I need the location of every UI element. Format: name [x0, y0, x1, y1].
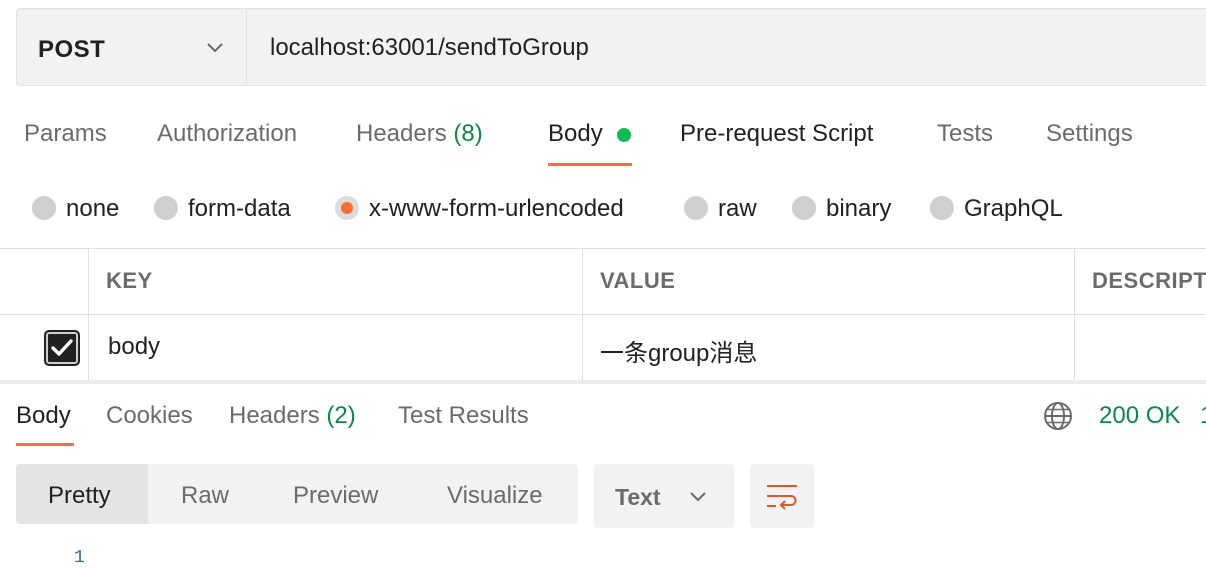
view-mode-pretty[interactable]: Pretty — [16, 464, 148, 524]
response-tab-test-results-label: Test Results — [398, 402, 529, 429]
tab-settings-label: Settings — [1046, 120, 1133, 147]
view-mode-preview[interactable]: Preview — [293, 482, 378, 510]
table-col-divider — [88, 248, 89, 382]
wrap-lines-button[interactable] — [750, 464, 814, 528]
column-header-description: DESCRIPT — [1092, 268, 1206, 293]
tab-body-underline — [548, 163, 632, 166]
response-divider[interactable] — [0, 380, 1206, 384]
tab-authorization-label: Authorization — [157, 120, 298, 147]
globe-icon[interactable] — [1042, 400, 1074, 432]
request-url-bar: POST localhost:63001/sendToGroup — [16, 8, 1206, 86]
response-tab-test-results[interactable]: Test Results — [398, 402, 529, 430]
view-mode-raw[interactable]: Raw — [181, 482, 229, 510]
column-header-key: KEY — [106, 268, 153, 293]
table-border-top — [0, 248, 1206, 249]
row-key-cell[interactable]: body — [108, 333, 160, 361]
tab-headers-label: Headers — [356, 120, 447, 147]
row-value-cell[interactable]: 一条group消息 — [600, 333, 757, 368]
chevron-down-icon — [207, 43, 223, 53]
format-select-label: Text — [615, 484, 661, 510]
row-enabled-checkbox[interactable] — [44, 330, 80, 366]
response-tab-cookies[interactable]: Cookies — [106, 402, 193, 430]
response-tab-cookies-label: Cookies — [106, 402, 193, 429]
tab-body[interactable]: Body — [548, 120, 603, 148]
checkmark-icon — [51, 339, 73, 356]
status-badge[interactable]: 200 OK — [1099, 402, 1180, 430]
response-time-truncated: 1 — [1200, 402, 1206, 430]
table-col-divider — [1074, 248, 1075, 382]
radio-raw-circle — [684, 196, 708, 220]
response-tab-body[interactable]: Body — [16, 402, 71, 430]
format-select[interactable]: Text — [594, 464, 734, 528]
response-tab-body-label: Body — [16, 402, 71, 429]
radio-none-label: none — [66, 195, 120, 222]
tab-headers-count: (8) — [453, 120, 483, 147]
tab-headers[interactable]: Headers (8) — [356, 120, 483, 148]
view-mode-pretty-label: Pretty — [48, 482, 111, 509]
tab-params-label: Params — [24, 120, 107, 147]
radio-none-circle — [32, 196, 56, 220]
response-tab-underline — [16, 443, 74, 446]
tab-tests[interactable]: Tests — [937, 120, 993, 148]
response-line-number: 1 — [74, 548, 85, 568]
params-table: KEY VALUE DESCRIPT body 一条group消息 — [0, 248, 1206, 382]
tab-settings[interactable]: Settings — [1046, 120, 1133, 148]
wrap-lines-icon — [767, 485, 797, 510]
radio-binary-label: binary — [826, 195, 892, 222]
body-modified-dot — [617, 128, 631, 142]
view-mode-toggle: Pretty Raw Preview Visualize — [16, 464, 578, 524]
view-mode-visualize[interactable]: Visualize — [447, 482, 543, 510]
tab-body-label: Body — [548, 120, 603, 147]
radio-graphql-label: GraphQL — [964, 195, 1063, 222]
chevron-down-icon — [690, 492, 706, 502]
method-select[interactable]: POST — [17, 9, 247, 85]
response-tab-headers-label: Headers — [229, 402, 320, 429]
radio-raw-label: raw — [718, 195, 757, 222]
tab-params[interactable]: Params — [24, 120, 107, 148]
tab-tests-label: Tests — [937, 120, 994, 147]
radio-graphql-circle — [930, 196, 954, 220]
method-label: POST — [38, 36, 106, 63]
column-header-value: VALUE — [600, 268, 676, 293]
radio-binary-circle — [792, 196, 816, 220]
radio-selected-circle — [335, 196, 359, 220]
response-tab-headers[interactable]: Headers (2) — [229, 402, 356, 430]
response-headers-count: (2) — [326, 402, 356, 429]
radio-form-data-label: form-data — [188, 195, 291, 222]
url-input[interactable]: localhost:63001/sendToGroup — [270, 34, 589, 62]
table-col-divider — [582, 248, 583, 382]
radio-urlencoded-label: x-www-form-urlencoded — [369, 195, 624, 222]
tab-pre-request-script[interactable]: Pre-request Script — [680, 120, 873, 148]
tab-authorization[interactable]: Authorization — [157, 120, 297, 148]
table-header-divider — [0, 314, 1206, 315]
tab-pre-request-label: Pre-request Script — [680, 120, 874, 147]
radio-form-data-circle — [154, 196, 178, 220]
